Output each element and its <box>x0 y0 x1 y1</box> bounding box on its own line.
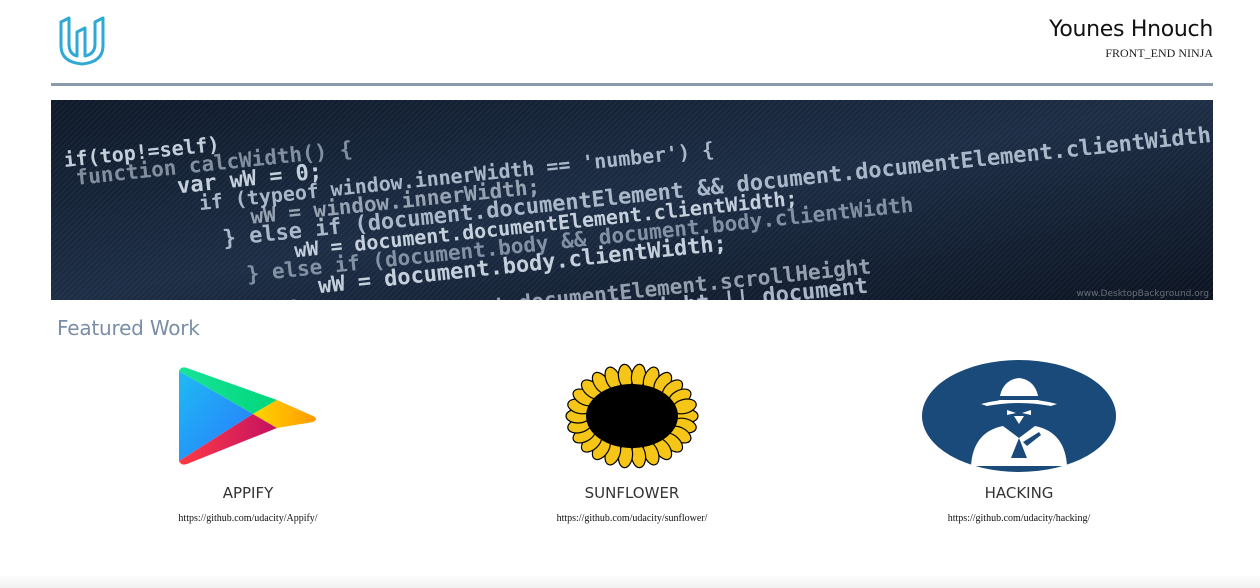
work-title-hacking: HACKING <box>984 484 1054 502</box>
work-item-sunflower: SUNFLOWER https://github.com/udacity/sun… <box>482 356 782 526</box>
banner-watermark: www.DesktopBackground.org <box>1076 289 1209 299</box>
work-title-sunflower: SUNFLOWER <box>584 484 680 502</box>
work-item-hacking: HACKING https://github.com/udacity/hacki… <box>869 356 1169 526</box>
site-owner-name: Younes Hnouch <box>1049 17 1213 42</box>
work-link-sunflower[interactable]: https://github.com/udacity/sunflower/ <box>557 513 708 524</box>
page-bottom-shadow <box>0 574 1260 588</box>
sunflower-center <box>586 384 678 448</box>
work-item-appify: APPIFY https://github.com/udacity/Appify… <box>98 356 398 526</box>
code-banner-image: if(top!=self) function calcWidth() {var w… <box>51 100 1213 300</box>
brand-block: Younes Hnouch FRONT_END NINJA <box>1049 16 1213 60</box>
work-link-appify[interactable]: https://github.com/udacity/Appify/ <box>178 513 317 524</box>
site-owner-title: FRONT_END NINJA <box>1105 46 1213 60</box>
work-link-hacking[interactable]: https://github.com/udacity/hacking/ <box>948 513 1090 524</box>
sunflower-icon[interactable] <box>482 356 782 476</box>
work-title-appify: APPIFY <box>222 484 274 502</box>
header-divider <box>51 83 1213 86</box>
featured-work-heading: Featured Work <box>57 316 200 340</box>
hacker-icon[interactable] <box>869 356 1169 476</box>
udacity-logo-icon[interactable] <box>55 14 109 68</box>
google-play-icon[interactable] <box>98 356 398 476</box>
